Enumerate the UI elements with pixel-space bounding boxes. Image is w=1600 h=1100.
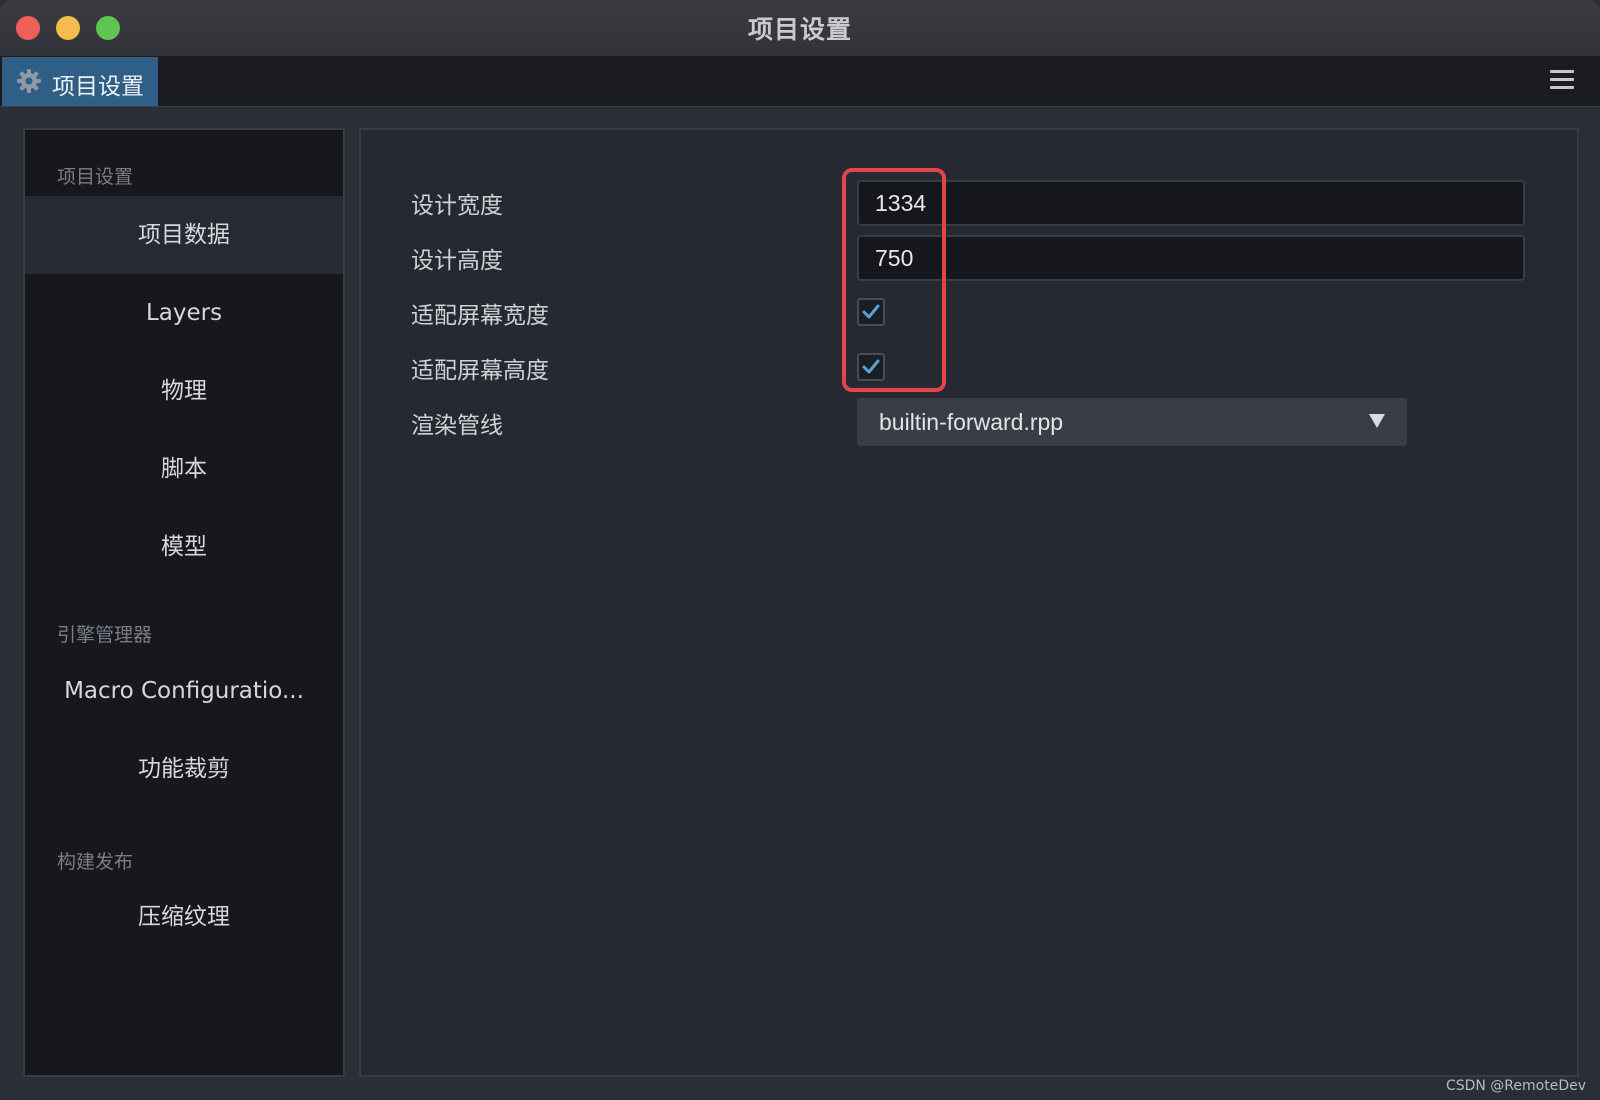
design-width-label: 设计宽度 <box>411 193 503 219</box>
design-width-input[interactable]: 1334 <box>857 180 1525 226</box>
fit-width-label: 适配屏幕宽度 <box>411 303 549 329</box>
sidebar-item-texture-compression[interactable]: 压缩纹理 <box>25 878 343 956</box>
window-title: 项目设置 <box>747 15 852 44</box>
fit-height-label: 适配屏幕高度 <box>411 358 549 384</box>
sidebar-item-macro-configuration[interactable]: Macro Configuratio... <box>25 652 343 730</box>
sidebar-item-model[interactable]: 模型 <box>25 508 343 586</box>
checkmark-icon <box>862 359 880 374</box>
sidebar-item-scripts[interactable]: 脚本 <box>25 430 343 508</box>
project-settings-window: 项目设置 项目设置 项目设置 项目数据 Layers 物理 脚本 模型 引擎管理… <box>0 0 1600 1100</box>
tab-strip: 项目设置 <box>0 57 1600 107</box>
sidebar-section-engine-manager: 引擎管理器 <box>57 624 153 646</box>
design-height-label: 设计高度 <box>411 248 503 274</box>
checkmark-icon <box>862 304 880 319</box>
render-pipeline-select[interactable]: builtin-forward.rpp <box>857 398 1407 446</box>
settings-content-panel: 设计宽度 1334 设计高度 750 适配屏幕宽度 适配屏幕高度 渲染管线 bu… <box>359 128 1579 1077</box>
sidebar-section-build-publish: 构建发布 <box>57 851 134 873</box>
tab-project-settings[interactable]: 项目设置 <box>2 57 158 106</box>
title-bar: 项目设置 <box>0 0 1600 57</box>
hamburger-menu-icon[interactable] <box>1550 70 1574 92</box>
render-pipeline-label: 渲染管线 <box>411 413 503 439</box>
sidebar-item-physics[interactable]: 物理 <box>25 352 343 430</box>
dropdown-arrow-icon <box>1369 414 1385 428</box>
sidebar-item-layers[interactable]: Layers <box>25 274 343 352</box>
fit-width-checkbox[interactable] <box>857 298 885 326</box>
fit-height-checkbox[interactable] <box>857 353 885 381</box>
sidebar-item-project-data[interactable]: 项目数据 <box>25 196 343 274</box>
render-pipeline-value: builtin-forward.rpp <box>879 409 1064 435</box>
gear-icon <box>17 69 41 93</box>
sidebar-section-project-settings: 项目设置 <box>57 166 134 188</box>
settings-sidebar: 项目设置 项目数据 Layers 物理 脚本 模型 引擎管理器 Macro Co… <box>23 128 345 1077</box>
design-height-input[interactable]: 750 <box>857 235 1525 281</box>
watermark: CSDN @RemoteDev <box>1445 1078 1586 1094</box>
sidebar-item-feature-cropping[interactable]: 功能裁剪 <box>25 730 343 808</box>
tab-label: 项目设置 <box>52 74 144 100</box>
